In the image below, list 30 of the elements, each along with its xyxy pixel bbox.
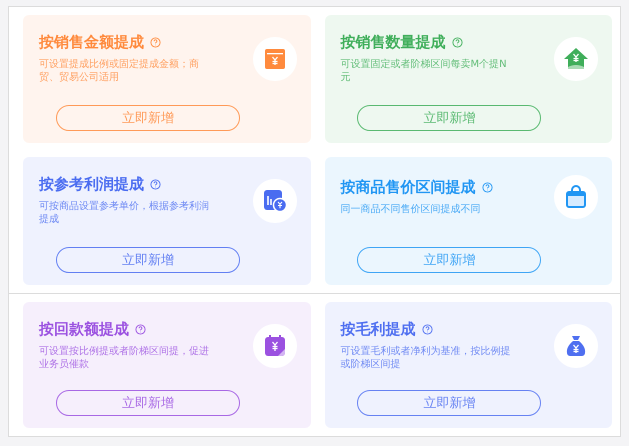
box-icon [262, 46, 286, 70]
add-now-button[interactable]: 立即新增 [357, 390, 542, 416]
card-title: 按毛利提成 [340, 320, 416, 339]
add-now-button[interactable]: 立即新增 [56, 390, 240, 416]
help-icon[interactable] [422, 324, 432, 335]
card-title: 按商品售价区间提成 [340, 178, 476, 197]
card-title: 按参考利润提成 [39, 175, 144, 194]
card-description: 可设置按比例提或者阶梯区间提，促进业务员催款 [39, 345, 210, 371]
add-now-button[interactable]: 立即新增 [357, 105, 542, 131]
card-description: 可设置提成比例或固定提成金额；商贸、贸易公司适用 [39, 58, 200, 84]
help-icon[interactable] [452, 37, 462, 48]
add-now-button[interactable]: 立即新增 [56, 247, 240, 273]
chart-icon [262, 188, 288, 214]
card-title: 按回款额提成 [39, 320, 129, 339]
money-bag-icon [565, 334, 587, 358]
help-icon[interactable] [135, 324, 146, 335]
help-icon[interactable] [150, 179, 161, 190]
add-now-button[interactable]: 立即新增 [56, 105, 240, 131]
card-description: 可设置毛利或者净利为基准，按比例提或阶梯区间提 [340, 345, 512, 371]
help-icon[interactable] [482, 182, 492, 193]
card-description: 可按商品设置参考单价，根据参考利润提成 [39, 200, 210, 226]
add-now-button[interactable]: 立即新增 [357, 247, 542, 273]
house-icon [563, 46, 589, 70]
calendar-icon [262, 334, 286, 358]
card-title: 按销售金额提成 [39, 33, 144, 52]
card-description: 同一商品不同售价区间提成不同 [340, 203, 482, 216]
card-description: 可设置固定或者阶梯区间每卖M个提N元 [340, 58, 508, 84]
help-icon[interactable] [150, 37, 161, 48]
shopping-bag-icon [565, 185, 587, 209]
card-title: 按销售数量提成 [340, 33, 446, 52]
